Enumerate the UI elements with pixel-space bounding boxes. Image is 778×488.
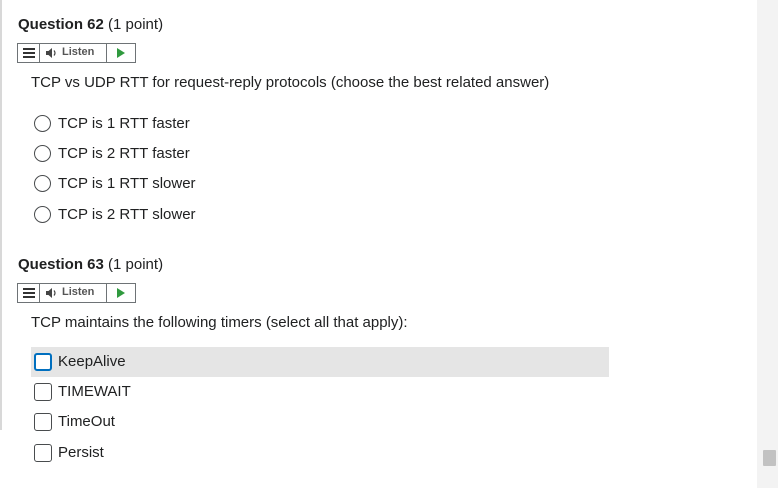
option-label[interactable]: KeepAlive [58,353,126,370]
option-label[interactable]: TIMEWAIT [58,383,131,400]
radio-button[interactable] [34,115,51,132]
question-prompt: TCP maintains the following timers (sele… [31,314,408,331]
play-icon[interactable] [116,48,126,58]
question-63-title: Question 63 (1 point) [18,256,163,273]
answer-option[interactable]: Persist [31,438,609,468]
option-label[interactable]: TCP is 2 RTT slower [58,206,196,223]
answer-option[interactable]: KeepAlive [31,347,609,377]
radio-button[interactable] [34,206,51,223]
speaker-icon[interactable] [45,47,58,59]
toolbar-divider [39,284,40,302]
question-62-title: Question 62 (1 point) [18,16,163,33]
answer-option[interactable]: TIMEWAIT [31,377,609,407]
question-points: (1 point) [108,16,164,33]
listen-toolbar-q63: Listen [17,283,136,303]
listen-toolbar-q62: Listen [17,43,136,63]
scrollbar-track[interactable] [757,0,778,488]
option-label[interactable]: Persist [58,444,104,461]
play-icon[interactable] [116,288,126,298]
listen-button[interactable]: Listen [62,286,94,298]
radio-button[interactable] [34,145,51,162]
question-number: Question 62 [18,16,104,33]
option-label[interactable]: TCP is 1 RTT faster [58,115,190,132]
speaker-icon[interactable] [45,287,58,299]
toolbar-divider [106,284,107,302]
checkbox[interactable] [34,383,52,401]
radio-button[interactable] [34,175,51,192]
left-border [0,0,2,430]
question-number: Question 63 [18,256,104,273]
toolbar-divider [106,44,107,62]
toolbar-divider [39,44,40,62]
option-label[interactable]: TimeOut [58,413,115,430]
answer-option[interactable]: TCP is 2 RTT faster [31,140,609,170]
menu-icon[interactable] [23,48,35,58]
listen-button[interactable]: Listen [62,46,94,58]
option-label[interactable]: TCP is 2 RTT faster [58,145,190,162]
option-label[interactable]: TCP is 1 RTT slower [58,175,196,192]
scrollbar-thumb[interactable] [763,450,776,466]
checkbox[interactable] [34,444,52,462]
checkbox[interactable] [34,413,52,431]
answer-option[interactable]: TCP is 1 RTT faster [31,110,609,140]
answer-option[interactable]: TCP is 2 RTT slower [31,201,609,231]
answer-option[interactable]: TimeOut [31,407,609,437]
checkbox[interactable] [34,353,52,371]
answer-option[interactable]: TCP is 1 RTT slower [31,170,609,200]
menu-icon[interactable] [23,288,35,298]
question-prompt: TCP vs UDP RTT for request-reply protoco… [31,74,550,91]
question-points: (1 point) [108,256,164,273]
